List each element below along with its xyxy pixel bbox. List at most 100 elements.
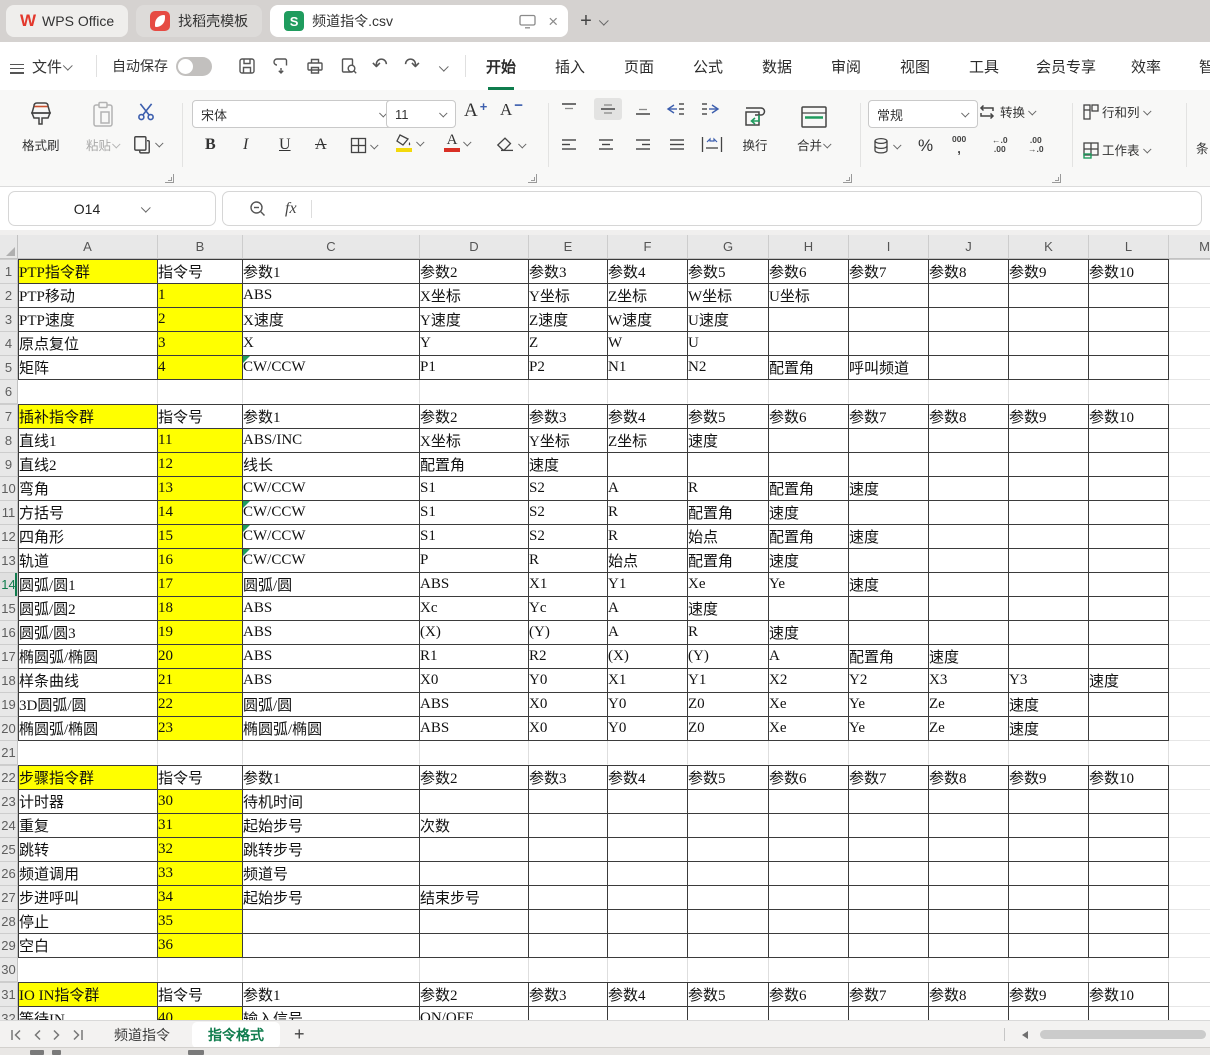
cell[interactable]: CW/CCW <box>243 525 420 549</box>
cell[interactable] <box>420 862 529 886</box>
row-header-17[interactable]: 17 <box>0 645 18 669</box>
cell[interactable]: 速度 <box>849 525 929 549</box>
row-header-19[interactable]: 19 <box>0 693 18 717</box>
cell[interactable]: 参数8 <box>929 259 1009 284</box>
align-top-button[interactable] <box>560 102 578 116</box>
cell[interactable] <box>420 934 529 958</box>
cell[interactable] <box>1009 645 1089 669</box>
cell[interactable]: 椭圆弧/椭圆 <box>18 645 158 669</box>
cell[interactable]: 样条曲线 <box>18 669 158 693</box>
cell[interactable]: 参数1 <box>243 982 420 1007</box>
cell[interactable]: Z0 <box>688 717 769 741</box>
cell[interactable]: PTP移动 <box>18 284 158 308</box>
cell[interactable]: Xc <box>420 597 529 621</box>
column-header-D[interactable]: D <box>420 235 529 259</box>
cell[interactable]: ABS <box>243 284 420 308</box>
cell[interactable] <box>769 453 849 477</box>
cell[interactable]: 16 <box>158 549 243 573</box>
cell[interactable] <box>769 838 849 862</box>
cell[interactable] <box>1169 934 1210 958</box>
cell[interactable]: 21 <box>158 669 243 693</box>
cell[interactable]: 原点复位 <box>18 332 158 356</box>
cell[interactable]: A <box>769 645 849 669</box>
cell[interactable] <box>929 741 1009 765</box>
cell[interactable]: W <box>608 332 688 356</box>
menu-item-5[interactable]: 数据 <box>762 42 792 90</box>
cell[interactable]: 14 <box>158 501 243 525</box>
cell[interactable] <box>849 429 929 453</box>
merge-cells-button[interactable]: 合并 <box>797 104 831 154</box>
cell[interactable] <box>1009 284 1089 308</box>
cell[interactable] <box>1169 573 1210 597</box>
cell[interactable] <box>929 356 1009 380</box>
cell[interactable] <box>849 308 929 332</box>
cell[interactable]: S2 <box>529 525 608 549</box>
cell[interactable]: Xe <box>769 717 849 741</box>
cell[interactable] <box>1089 356 1169 380</box>
row-header-3[interactable]: 3 <box>0 308 18 332</box>
cell[interactable] <box>420 380 529 404</box>
undo-icon[interactable]: ↶ <box>372 54 388 77</box>
cell[interactable] <box>1009 477 1089 501</box>
cell[interactable]: 参数5 <box>688 982 769 1007</box>
export-icon[interactable] <box>272 57 290 75</box>
cell[interactable]: 参数4 <box>608 259 688 284</box>
cell[interactable]: 参数1 <box>243 404 420 429</box>
cell[interactable]: 40 <box>158 1007 243 1020</box>
cell[interactable]: 呼叫频道 <box>849 356 929 380</box>
cell[interactable] <box>769 862 849 886</box>
cell[interactable]: R <box>529 549 608 573</box>
cell[interactable] <box>688 958 769 982</box>
cell[interactable]: (Y) <box>688 645 769 669</box>
cell[interactable] <box>849 862 929 886</box>
cell[interactable]: 参数8 <box>929 404 1009 429</box>
row-header-1[interactable]: 1 <box>0 259 18 284</box>
cell[interactable] <box>769 380 849 404</box>
conditional-format-button-clipped[interactable]: 条 <box>1196 138 1209 157</box>
cell[interactable] <box>1169 380 1210 404</box>
cell[interactable]: 速度 <box>1009 717 1089 741</box>
cell[interactable]: Y坐标 <box>529 429 608 453</box>
cell[interactable]: 速度 <box>849 477 929 501</box>
cell[interactable]: W坐标 <box>688 284 769 308</box>
cell[interactable]: 速度 <box>769 621 849 645</box>
cell[interactable] <box>1009 501 1089 525</box>
percent-button[interactable]: % <box>918 136 933 156</box>
row-header-22[interactable]: 22 <box>0 765 18 790</box>
cell[interactable] <box>1089 549 1169 573</box>
cell[interactable] <box>769 934 849 958</box>
cell[interactable]: Z坐标 <box>608 284 688 308</box>
cell[interactable] <box>849 910 929 934</box>
cell[interactable] <box>849 284 929 308</box>
cell[interactable]: 步骤指令群 <box>18 765 158 790</box>
cell[interactable] <box>1089 525 1169 549</box>
cell[interactable] <box>1089 790 1169 814</box>
first-sheet-icon[interactable] <box>10 1029 23 1041</box>
cell[interactable]: Y1 <box>608 573 688 597</box>
cell[interactable]: 参数2 <box>420 404 529 429</box>
number-format-select[interactable]: 常规 <box>868 100 978 128</box>
cell[interactable] <box>608 741 688 765</box>
cell[interactable] <box>929 332 1009 356</box>
redo-icon[interactable]: ↷ <box>404 54 420 77</box>
menu-item-6[interactable]: 审阅 <box>831 42 861 90</box>
cell[interactable]: X坐标 <box>420 284 529 308</box>
cell[interactable]: 配置角 <box>769 356 849 380</box>
decrease-indent-button[interactable] <box>666 102 686 116</box>
cell[interactable]: 配置角 <box>420 453 529 477</box>
cell[interactable]: 35 <box>158 910 243 934</box>
cell[interactable] <box>529 862 608 886</box>
cell[interactable]: 参数9 <box>1009 404 1089 429</box>
cell[interactable]: 参数7 <box>849 765 929 790</box>
cell[interactable]: Y2 <box>849 669 929 693</box>
menu-item-11[interactable]: 智 <box>1199 42 1210 90</box>
cell[interactable] <box>769 332 849 356</box>
cell[interactable]: 19 <box>158 621 243 645</box>
cell[interactable]: Xe <box>769 693 849 717</box>
cell[interactable] <box>1169 356 1210 380</box>
cell[interactable] <box>1169 910 1210 934</box>
cell[interactable]: U速度 <box>688 308 769 332</box>
tab-wps-office[interactable]: W WPS Office <box>6 5 128 37</box>
cell[interactable]: 直线1 <box>18 429 158 453</box>
cell[interactable]: 跳转步号 <box>243 838 420 862</box>
